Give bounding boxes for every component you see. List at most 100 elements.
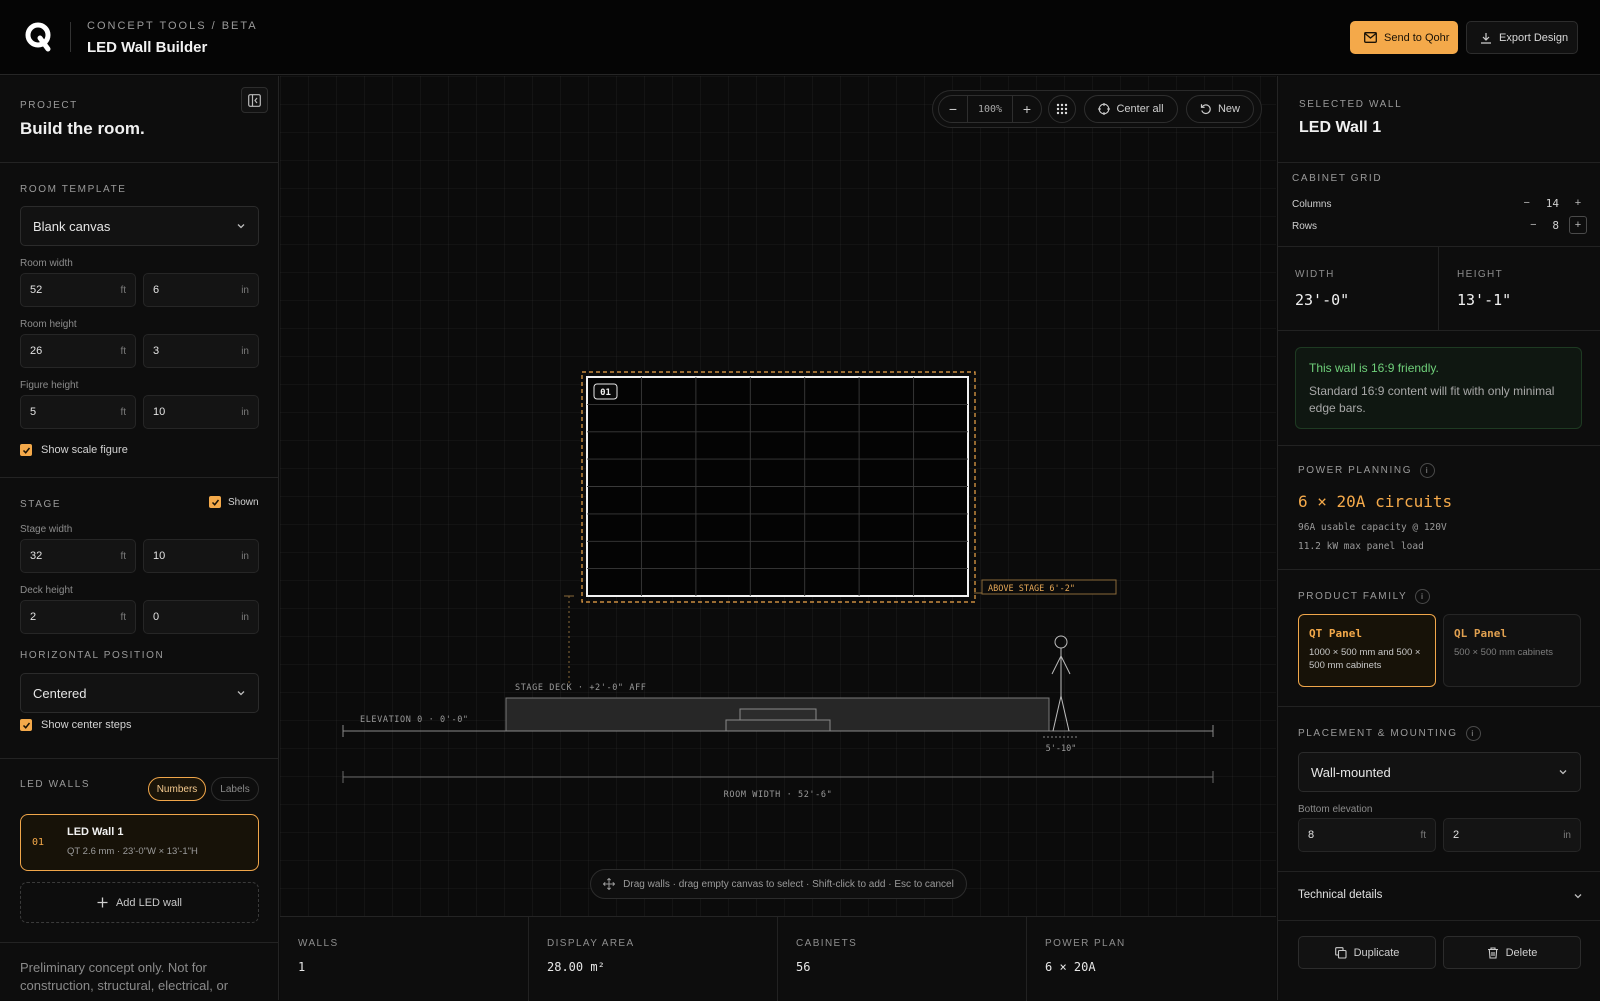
horizontal-position-title: HORIZONTAL POSITION	[20, 650, 165, 661]
columns-stepper: − 14 +	[1518, 194, 1587, 212]
product-card-qt[interactable]: QT Panel 1000 × 500 mm and 500 × 500 mm …	[1298, 614, 1436, 687]
rows-row: Rows − 8 +	[1292, 216, 1587, 236]
stat-value: 56	[796, 960, 811, 974]
product-family-title: PRODUCT FAMILY i	[1298, 589, 1431, 604]
room-width-in-input[interactable]: 6 in	[143, 273, 259, 307]
figure-height-ft-input[interactable]: 5 ft	[20, 395, 136, 429]
stage-width-in-input[interactable]: 10 in	[143, 539, 259, 573]
columns-row: Columns − 14 +	[1292, 194, 1587, 214]
stat-power-plan: POWER PLAN 6 × 20A	[1027, 917, 1276, 1001]
technical-details-toggle[interactable]: Technical details	[1278, 872, 1600, 920]
height-readout: HEIGHT 13'-1"	[1440, 246, 1600, 330]
bottom-elevation-in-value: 2	[1453, 829, 1460, 841]
rows-decrement-button[interactable]: −	[1524, 216, 1542, 234]
deck-height-in-value: 0	[153, 611, 160, 623]
room-height-in-value: 3	[153, 345, 160, 357]
figure-height-in-input[interactable]: 10 in	[143, 395, 259, 429]
export-design-button[interactable]: Export Design	[1466, 21, 1578, 54]
add-led-wall-button[interactable]: Add LED wall	[20, 882, 259, 923]
design-canvas[interactable]: − 100% + Center all New 01 ABOVE STAGE 6…	[280, 76, 1276, 916]
rows-increment-button[interactable]: +	[1569, 216, 1587, 234]
add-led-wall-label: Add LED wall	[115, 896, 183, 909]
stat-value: 6 × 20A	[1045, 960, 1096, 974]
room-width-in-value: 6	[153, 284, 160, 296]
show-center-steps-checkbox[interactable]: Show center steps	[20, 719, 132, 731]
show-scale-figure-checkbox[interactable]: Show scale figure	[20, 444, 128, 456]
stat-label: CABINETS	[796, 938, 858, 949]
figure-height-ft-value: 5	[30, 406, 37, 418]
product-desc: 500 × 500 mm cabinets	[1454, 647, 1554, 658]
info-icon[interactable]: i	[1465, 726, 1481, 741]
stat-label: DISPLAY AREA	[547, 938, 635, 949]
checkbox-checked-icon	[20, 444, 32, 456]
aspect-ratio-notice: This wall is 16:9 friendly. Standard 16:…	[1295, 347, 1582, 429]
placement-select[interactable]: Wall-mounted	[1298, 752, 1581, 792]
delete-button[interactable]: Delete	[1443, 936, 1581, 969]
room-width-ft-input[interactable]: 52 ft	[20, 273, 136, 307]
room-height-ft-input[interactable]: 26 ft	[20, 334, 136, 368]
section-divider	[1278, 706, 1600, 707]
placement-label: PLACEMENT & MOUNTING	[1298, 728, 1458, 740]
qohr-logo-icon[interactable]	[24, 22, 54, 52]
trash-icon	[1487, 946, 1498, 959]
unit-ft: ft	[120, 612, 126, 623]
height-value: 13'-1"	[1457, 291, 1512, 309]
led-wall-list-item[interactable]: 01 LED Wall 1 QT 2.6 mm · 23'-0"W × 13'-…	[20, 814, 259, 871]
show-center-steps-label: Show center steps	[41, 719, 132, 731]
numbers-toggle[interactable]: Numbers	[148, 777, 206, 801]
deck-height-in-input[interactable]: 0 in	[143, 600, 259, 634]
send-to-qohr-button[interactable]: Send to Qohr	[1350, 21, 1458, 54]
unit-ft: ft	[120, 407, 126, 418]
info-icon[interactable]: i	[1420, 463, 1436, 478]
section-divider	[1278, 920, 1600, 921]
unit-in: in	[241, 346, 249, 357]
rows-stepper: − 8 +	[1524, 216, 1587, 234]
chevron-down-icon	[1559, 770, 1567, 775]
stats-bar: WALLS 1 DISPLAY AREA 28.00 m² CABINETS 5…	[280, 916, 1276, 1001]
power-planning-label: POWER PLANNING	[1298, 465, 1413, 477]
unit-in: in	[241, 407, 249, 418]
product-card-ql[interactable]: QL Panel 500 × 500 mm cabinets	[1443, 614, 1581, 687]
header-kicker: CONCEPT TOOLS / BETA	[87, 20, 258, 32]
collapse-sidebar-button[interactable]	[241, 87, 268, 113]
stage-shown-checkbox[interactable]: Shown	[209, 496, 259, 508]
room-template-select[interactable]: Blank canvas	[20, 206, 259, 246]
deck-height-ft-input[interactable]: 2 ft	[20, 600, 136, 634]
power-circuits-value: 6 × 20A circuits	[1298, 492, 1453, 511]
columns-decrement-button[interactable]: −	[1518, 194, 1536, 212]
project-title: Build the room.	[20, 119, 145, 138]
power-load-text: 11.2 kW max panel load	[1298, 541, 1424, 552]
columns-increment-button[interactable]: +	[1569, 194, 1587, 212]
duplicate-button[interactable]: Duplicate	[1298, 936, 1436, 969]
canvas-hint: Drag walls · drag empty canvas to select…	[590, 869, 967, 899]
horizontal-position-select[interactable]: Centered	[20, 673, 259, 713]
stat-walls: WALLS 1	[280, 917, 529, 1001]
wall-detail: QT 2.6 mm · 23'-0"W × 13'-1"H	[67, 846, 198, 857]
bottom-elevation-ft-input[interactable]: 8 ft	[1298, 818, 1436, 852]
led-wall[interactable]: 01	[586, 376, 969, 597]
info-icon[interactable]: i	[1415, 589, 1431, 604]
wall-badge: 01	[600, 388, 611, 398]
unit-in: in	[241, 285, 249, 296]
product-name: QT Panel	[1309, 627, 1362, 640]
labels-toggle[interactable]: Labels	[211, 777, 259, 801]
deck-height-label: Deck height	[20, 585, 73, 596]
width-value: 23'-0"	[1295, 291, 1350, 309]
rows-label: Rows	[1292, 220, 1318, 232]
unit-in: in	[241, 612, 249, 623]
room-width-label: ROOM WIDTH · 52'-6"	[724, 790, 833, 800]
height-label: HEIGHT	[1457, 269, 1504, 280]
stat-value: 1	[298, 960, 306, 974]
unit-in: in	[1563, 830, 1571, 841]
stage-width-ft-value: 32	[30, 550, 43, 562]
bottom-elevation-in-input[interactable]: 2 in	[1443, 818, 1581, 852]
chevron-down-icon	[237, 224, 245, 229]
stage-width-ft-input[interactable]: 32 ft	[20, 539, 136, 573]
left-sidebar: PROJECT Build the room. ROOM TEMPLATE Bl…	[0, 76, 279, 1000]
plus-icon	[97, 897, 108, 908]
bottom-elevation-label: Bottom elevation	[1298, 804, 1373, 815]
center-steps-upper	[739, 708, 817, 721]
columns-label: Columns	[1292, 198, 1332, 210]
section-divider	[0, 162, 279, 163]
room-height-in-input[interactable]: 3 in	[143, 334, 259, 368]
